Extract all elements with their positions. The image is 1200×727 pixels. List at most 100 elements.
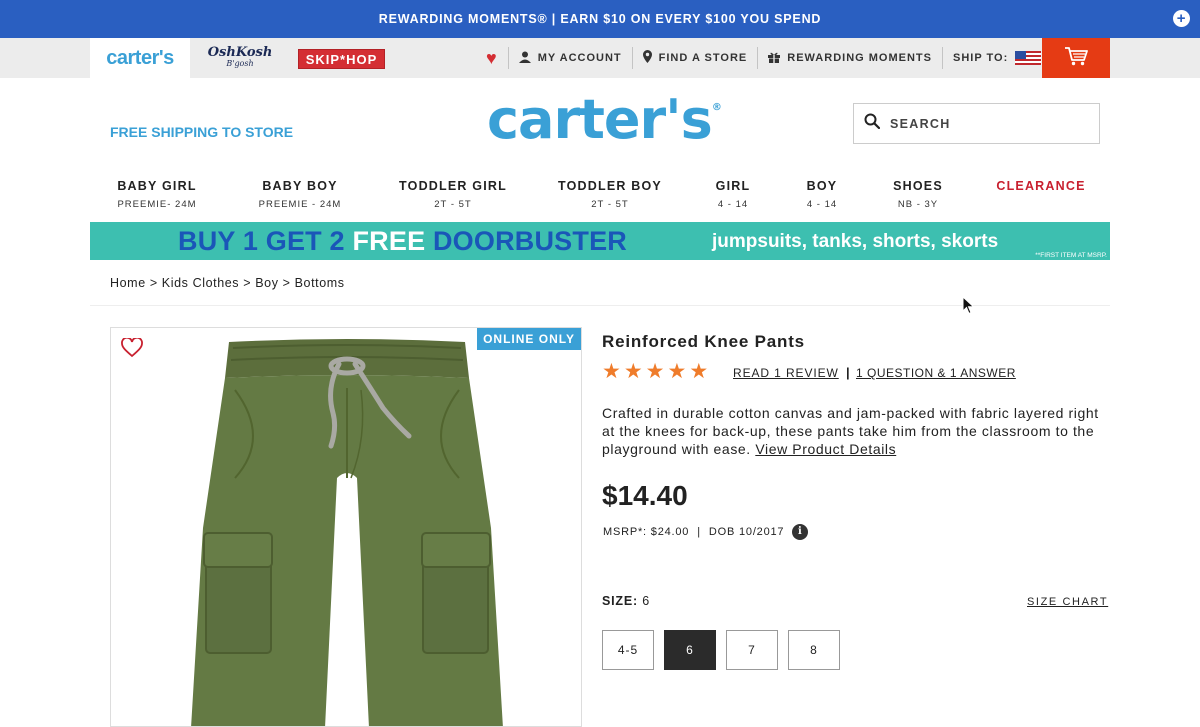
dob-text: DOB 10/2017	[708, 526, 785, 538]
rewarding-moments-link[interactable]: REWARDING MOMENTS	[757, 47, 942, 69]
category-title: BABY GIRL	[117, 179, 197, 193]
category-toddler-boy[interactable]: TODDLER BOY 2T - 5T	[540, 179, 680, 210]
search-box[interactable]	[853, 103, 1100, 144]
category-subtitle: 4 - 14	[806, 199, 838, 210]
free-shipping-link[interactable]: FREE SHIPPING TO STORE	[110, 124, 293, 140]
doorbuster-fine-print: **FIRST ITEM AT MSRP.	[1035, 252, 1107, 259]
size-options: 4-5 6 7 8	[602, 630, 840, 670]
logo-text: carter's	[487, 88, 713, 151]
heart-icon: ♥	[486, 47, 498, 68]
size-label-text: SIZE:	[602, 594, 638, 608]
category-title: BOY	[806, 179, 838, 193]
cart-button[interactable]	[1042, 38, 1110, 78]
search-input[interactable]	[890, 116, 1080, 131]
msrp-separator: |	[697, 526, 701, 538]
category-baby-girl[interactable]: BABY GIRL PREEMIE- 24M	[90, 179, 224, 210]
product-price: $14.40	[602, 480, 688, 511]
size-option-7[interactable]: 7	[726, 630, 778, 670]
size-option-4-5[interactable]: 4-5	[602, 630, 654, 670]
carters-logo[interactable]: carter's®	[487, 88, 722, 151]
find-store-label: FIND A STORE	[658, 52, 748, 64]
brand-tab-oshkosh[interactable]: OshKosh B'gosh	[190, 38, 290, 78]
gift-icon	[768, 51, 781, 66]
category-title: TODDLER BOY	[558, 179, 662, 193]
category-subtitle: 2T - 5T	[591, 199, 629, 210]
category-title: CLEARANCE	[996, 179, 1086, 193]
category-clearance[interactable]: CLEARANCE	[991, 179, 1091, 193]
size-chart-link[interactable]: SIZE CHART	[1027, 596, 1108, 608]
brand-skiphop-label: SKIP*HOP	[305, 51, 378, 67]
brand-tab-carters[interactable]: carter's	[90, 38, 190, 78]
rewarding-moments-label: REWARDING MOMENTS	[787, 52, 932, 64]
wishlist-heart-icon[interactable]	[121, 336, 143, 363]
category-girl[interactable]: GIRL 4 - 14	[703, 179, 763, 210]
utility-nav: ♥ MY ACCOUNT FIND A STORE REWARDING MOME…	[482, 38, 1051, 78]
mouse-cursor-icon	[962, 295, 975, 320]
category-shoes[interactable]: SHOES NB - 3Y	[883, 179, 953, 210]
product-title: Reinforced Knee Pants	[602, 332, 805, 351]
us-flag-icon	[1015, 51, 1042, 65]
map-pin-icon	[642, 50, 652, 66]
find-store-link[interactable]: FIND A STORE	[631, 47, 758, 69]
doorbuster-subtext: jumpsuits, tanks, shorts, skorts	[712, 231, 999, 252]
ship-to-selector[interactable]: SHIP TO:	[941, 47, 1051, 69]
brand-oshkosh-label: OshKosh	[207, 45, 273, 60]
ship-to-label: SHIP TO:	[952, 52, 1009, 64]
brand-oshkosh-sub: B'gosh	[226, 59, 254, 68]
category-title: GIRL	[715, 179, 751, 193]
size-label: SIZE: 6	[602, 594, 650, 608]
promo-text[interactable]: REWARDING MOMENTS® | EARN $10 ON EVERY $…	[379, 12, 821, 26]
category-boy[interactable]: BOY 4 - 14	[792, 179, 852, 210]
divider	[90, 305, 1110, 306]
brand-carters-label: carter's	[106, 46, 174, 69]
doorbuster-part1: BUY 1 GET 2	[178, 226, 345, 256]
my-account-link[interactable]: MY ACCOUNT	[507, 47, 632, 69]
brand-tab-skiphop[interactable]: SKIP*HOP	[298, 49, 385, 69]
star-icon: ★	[645, 360, 665, 383]
category-subtitle: NB - 3Y	[897, 199, 939, 210]
category-subtitle: 4 - 14	[717, 199, 749, 210]
star-icon: ★	[689, 360, 709, 383]
category-subtitle: PREEMIE- 24M	[117, 199, 197, 210]
star-icon: ★	[602, 360, 621, 383]
doorbuster-free: FREE	[352, 226, 426, 256]
size-option-8[interactable]: 8	[788, 630, 840, 670]
category-subtitle: PREEMIE - 24M	[258, 199, 342, 210]
product-image[interactable]: ONLINE ONLY	[110, 327, 582, 727]
rating-stars[interactable]: ★ ★ ★ ★ ★	[602, 361, 708, 383]
doorbuster-headline: BUY 1 GET 2 FREE DOORBUSTER	[178, 226, 627, 257]
msrp-text: MSRP*: $24.00	[603, 526, 690, 538]
category-nav: BABY GIRL PREEMIE- 24M BABY BOY PREEMIE …	[90, 179, 1110, 215]
category-title: BABY BOY	[262, 179, 338, 193]
view-product-details-link[interactable]: View Product Details	[755, 441, 896, 457]
category-title: TODDLER GIRL	[399, 179, 507, 193]
cart-icon	[1064, 46, 1088, 71]
review-separator: |	[846, 365, 850, 380]
info-icon[interactable]: i	[792, 524, 809, 540]
my-account-label: MY ACCOUNT	[537, 52, 622, 64]
favorites-link[interactable]: ♥	[482, 47, 508, 69]
breadcrumb[interactable]: Home > Kids Clothes > Boy > Bottoms	[110, 276, 345, 290]
category-title: SHOES	[893, 179, 943, 193]
pants-image	[191, 339, 503, 726]
logo-registered-mark: ®	[711, 102, 722, 113]
search-icon[interactable]	[864, 113, 881, 134]
msrp-line: MSRP*: $24.00 | DOB 10/2017 i	[603, 524, 809, 540]
brand-utility-bar: carter's OshKosh B'gosh SKIP*HOP ♥ MY AC…	[0, 38, 1200, 78]
size-option-6[interactable]: 6	[664, 630, 716, 670]
online-only-badge: ONLINE ONLY	[477, 328, 581, 350]
category-toddler-girl[interactable]: TODDLER GIRL 2T - 5T	[383, 179, 523, 210]
star-icon: ★	[623, 360, 643, 383]
product-description: Crafted in durable cotton canvas and jam…	[602, 404, 1112, 458]
size-selected-value: 6	[642, 594, 650, 608]
doorbuster-banner[interactable]: BUY 1 GET 2 FREE DOORBUSTER jumpsuits, t…	[90, 222, 1110, 260]
plus-icon[interactable]: +	[1173, 10, 1190, 27]
user-icon	[518, 51, 531, 66]
promo-bar[interactable]: REWARDING MOMENTS® | EARN $10 ON EVERY $…	[0, 0, 1200, 38]
doorbuster-part2: DOORBUSTER	[432, 226, 627, 256]
category-baby-boy[interactable]: BABY BOY PREEMIE - 24M	[233, 179, 367, 210]
read-review-link[interactable]: READ 1 REVIEW	[733, 366, 839, 380]
star-icon: ★	[667, 360, 687, 383]
question-answer-link[interactable]: 1 QUESTION & 1 ANSWER	[856, 366, 1016, 380]
category-subtitle: 2T - 5T	[434, 199, 472, 210]
